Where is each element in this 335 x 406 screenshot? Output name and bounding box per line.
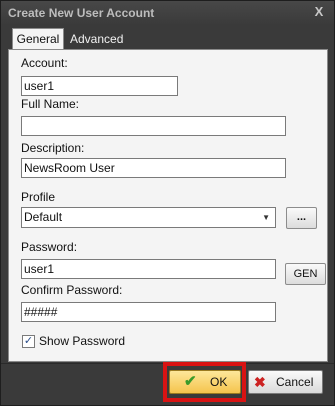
description-input[interactable]: NewsRoom User bbox=[21, 158, 286, 178]
account-input[interactable]: user1 bbox=[21, 76, 178, 96]
generate-password-button[interactable]: GEN bbox=[285, 263, 326, 285]
title-bar: Create New User Account X bbox=[1, 1, 334, 25]
password-input[interactable]: user1 bbox=[21, 259, 276, 279]
full-name-label: Full Name: bbox=[21, 97, 80, 111]
cancel-label: Cancel bbox=[276, 375, 314, 389]
confirm-password-input[interactable]: ##### bbox=[21, 302, 276, 322]
profile-select[interactable]: Default ▼ bbox=[21, 207, 276, 228]
profile-browse-button[interactable]: ... bbox=[286, 207, 317, 229]
profile-label: Profile bbox=[21, 190, 56, 204]
ok-button-highlight bbox=[163, 362, 246, 402]
chevron-down-icon: ▼ bbox=[262, 213, 270, 222]
password-label: Password: bbox=[21, 240, 78, 254]
create-user-dialog: Create New User Account X General Advanc… bbox=[0, 0, 335, 406]
cancel-button[interactable]: ✖ Cancel bbox=[248, 370, 323, 394]
checkmark-icon: ✓ bbox=[23, 335, 34, 347]
dialog-title: Create New User Account bbox=[8, 6, 155, 20]
tab-advanced[interactable]: Advanced bbox=[68, 29, 132, 49]
account-label: Account: bbox=[21, 56, 68, 70]
x-icon: ✖ bbox=[254, 374, 266, 390]
confirm-password-label: Confirm Password: bbox=[21, 283, 123, 297]
profile-selected-value: Default bbox=[24, 210, 63, 224]
general-panel: Account: user1 Full Name: Description: N… bbox=[8, 49, 328, 362]
description-label: Description: bbox=[21, 141, 85, 155]
close-icon[interactable]: X bbox=[311, 4, 327, 20]
full-name-input[interactable] bbox=[21, 116, 286, 136]
tab-general[interactable]: General bbox=[12, 28, 64, 50]
show-password-label: Show Password bbox=[39, 334, 126, 348]
show-password-checkbox[interactable]: ✓ bbox=[22, 335, 35, 348]
